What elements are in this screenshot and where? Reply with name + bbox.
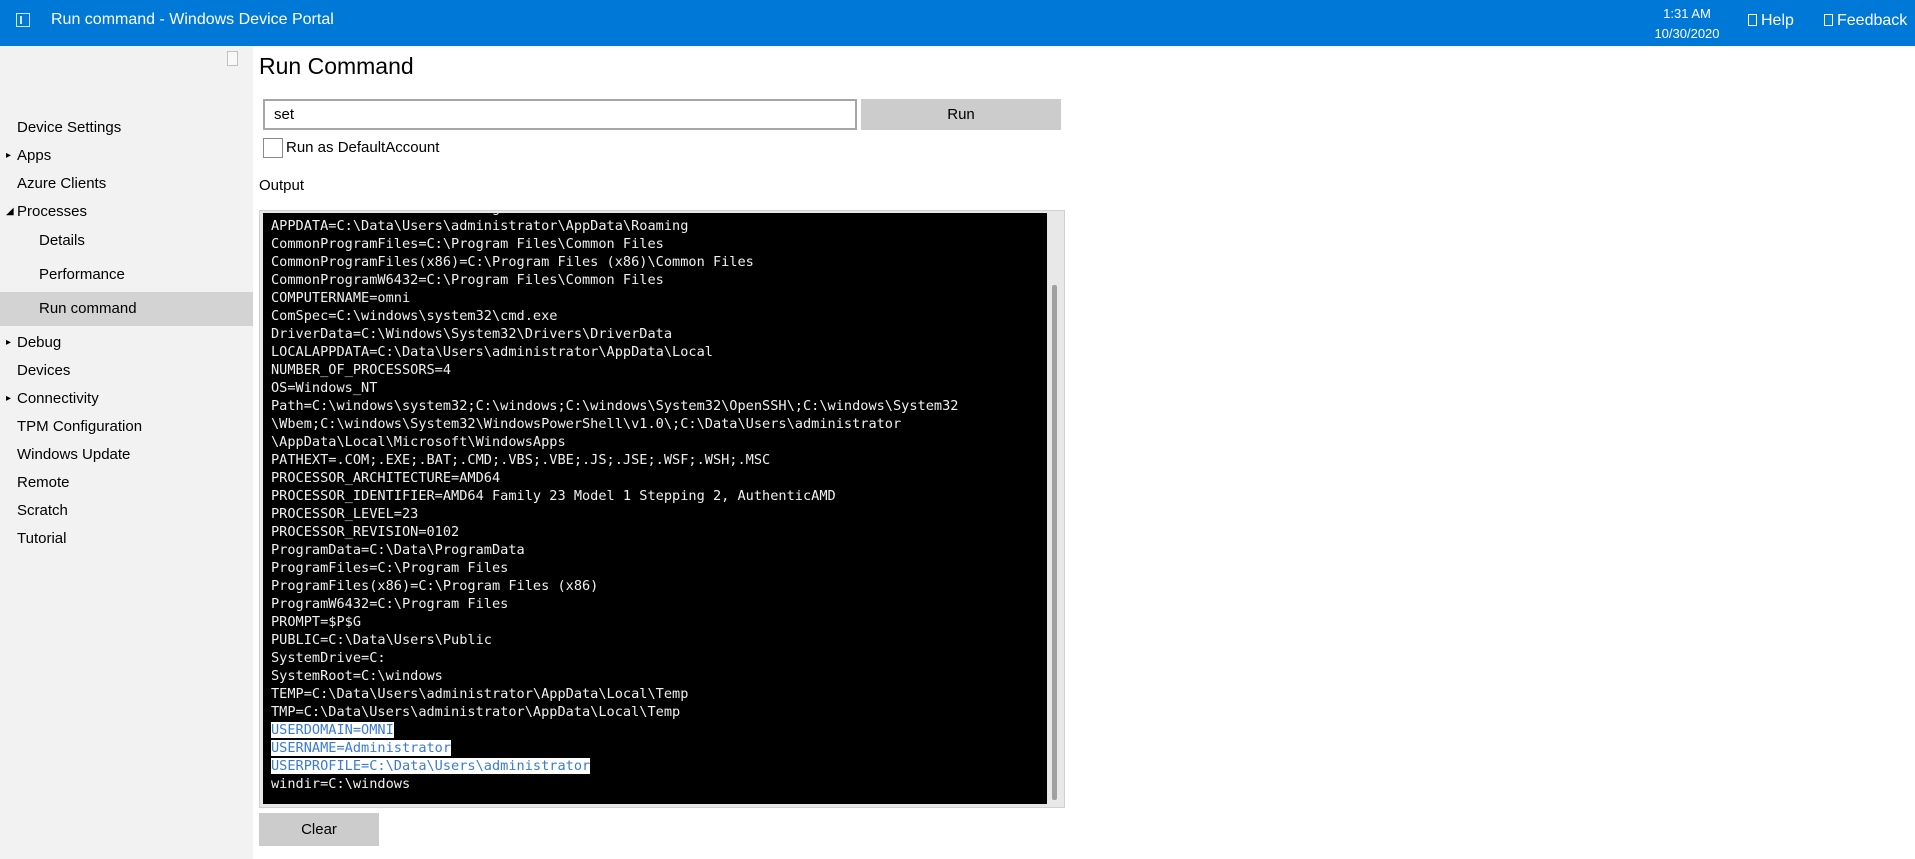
output-line-text: USERPROFILE=C:\Data\Users\administrator [271, 758, 591, 774]
run-as-default-account-checkbox[interactable] [263, 138, 283, 158]
output-label: Output [259, 177, 305, 194]
run-as-default-account-label: Run as DefaultAccount [286, 139, 440, 156]
app-icon [16, 13, 30, 27]
output-line: USERPROFILE=C:\Data\Users\administrator [271, 757, 958, 775]
help-label: Help [1761, 12, 1794, 29]
help-link[interactable]: Help [1748, 12, 1794, 30]
output-line: \AppData\Local\Microsoft\WindowsApps [271, 434, 566, 450]
sidebar-item-label: Details [39, 232, 85, 249]
sidebar: Device Settings ▸ Apps Azure Clients ◢ Proces… [0, 46, 253, 859]
feedback-label: Feedback [1837, 12, 1908, 29]
clock-date: 10/30/2020 [1654, 26, 1720, 41]
output-console[interactable]: ALLUSERSPROFILE=C:\Data\ProgramDataAPPDA… [263, 213, 1047, 804]
page-title: Run Command [259, 53, 414, 79]
output-line: SystemDrive=C: [271, 650, 386, 666]
clock: 1:31 AM 10/30/2020 [1640, 4, 1734, 44]
command-input[interactable] [263, 99, 857, 130]
output-line: PROCESSOR_ARCHITECTURE=AMD64 [271, 470, 501, 486]
output-line: USERDOMAIN=OMNI [271, 721, 958, 739]
output-line: ProgramFiles(x86)=C:\Program Files (x86) [271, 578, 599, 594]
output-line-text: USERNAME=Administrator [271, 740, 452, 756]
output-line-text: USERDOMAIN=OMNI [271, 722, 394, 738]
output-line: LOCALAPPDATA=C:\Data\Users\administrator… [271, 344, 713, 360]
sidebar-item-tutorial[interactable]: Tutorial [0, 522, 253, 556]
sidebar-item-label: Performance [39, 266, 125, 283]
sidebar-item-label: Tutorial [17, 530, 67, 547]
output-line: ComSpec=C:\windows\system32\cmd.exe [271, 308, 558, 324]
output-panel: ALLUSERSPROFILE=C:\Data\ProgramDataAPPDA… [259, 210, 1065, 808]
title-bar: Run command - Windows Device Portal 1:31… [0, 0, 1915, 46]
output-scrollbar[interactable] [1048, 213, 1062, 804]
help-icon [1748, 14, 1757, 26]
output-line: CommonProgramW6432=C:\Program Files\Comm… [271, 272, 664, 288]
run-button[interactable]: Run [861, 99, 1061, 130]
output-line: PROMPT=$P$G [271, 614, 362, 630]
scrollbar-thumb[interactable] [1052, 285, 1057, 800]
output-line: windir=C:\windows [271, 776, 411, 792]
output-line: TEMP=C:\Data\Users\administrator\AppData… [271, 686, 689, 702]
sidebar-item-details[interactable]: Details [0, 224, 253, 258]
clear-button[interactable]: Clear [259, 813, 379, 846]
feedback-icon [1824, 14, 1833, 26]
output-line: PATHEXT=.COM;.EXE;.BAT;.CMD;.VBS;.VBE;.J… [271, 452, 771, 468]
output-line: ProgramData=C:\Data\ProgramData [271, 542, 525, 558]
output-line: PUBLIC=C:\Data\Users\Public [271, 632, 492, 648]
output-line: PROCESSOR_LEVEL=23 [271, 506, 419, 522]
collapse-sidebar-button[interactable] [227, 51, 238, 66]
feedback-link[interactable]: Feedback [1824, 12, 1907, 30]
output-line: SystemRoot=C:\windows [271, 668, 443, 684]
window-title: Run command - Windows Device Portal [51, 11, 334, 28]
output-line: CommonProgramFiles(x86)=C:\Program Files… [271, 254, 754, 270]
clock-time: 1:31 AM [1663, 6, 1711, 21]
output-line: Path=C:\windows\system32;C:\windows;C:\w… [271, 398, 959, 414]
output-line: PROCESSOR_REVISION=0102 [271, 524, 460, 540]
output-line: ProgramFiles=C:\Program Files [271, 560, 509, 576]
output-line: NUMBER_OF_PROCESSORS=4 [271, 362, 452, 378]
output-line: DriverData=C:\Windows\System32\Drivers\D… [271, 326, 673, 342]
output-line: USERNAME=Administrator [271, 739, 958, 757]
sidebar-item-label: Run command [39, 300, 137, 317]
output-line: APPDATA=C:\Data\Users\administrator\AppD… [271, 218, 689, 234]
sidebar-item-performance[interactable]: Performance [0, 258, 253, 292]
sidebar-item-run-command[interactable]: Run command [0, 292, 253, 326]
output-line: CommonProgramFiles=C:\Program Files\Comm… [271, 236, 664, 252]
output-line: ProgramW6432=C:\Program Files [271, 596, 509, 612]
output-line: PROCESSOR_IDENTIFIER=AMD64 Family 23 Mod… [271, 488, 836, 504]
output-line: TMP=C:\Data\Users\administrator\AppData\… [271, 704, 681, 720]
output-line: OS=Windows_NT [271, 380, 378, 396]
output-line: \Wbem;C:\windows\System32\WindowsPowerSh… [271, 416, 902, 432]
output-line: COMPUTERNAME=omni [271, 290, 411, 306]
